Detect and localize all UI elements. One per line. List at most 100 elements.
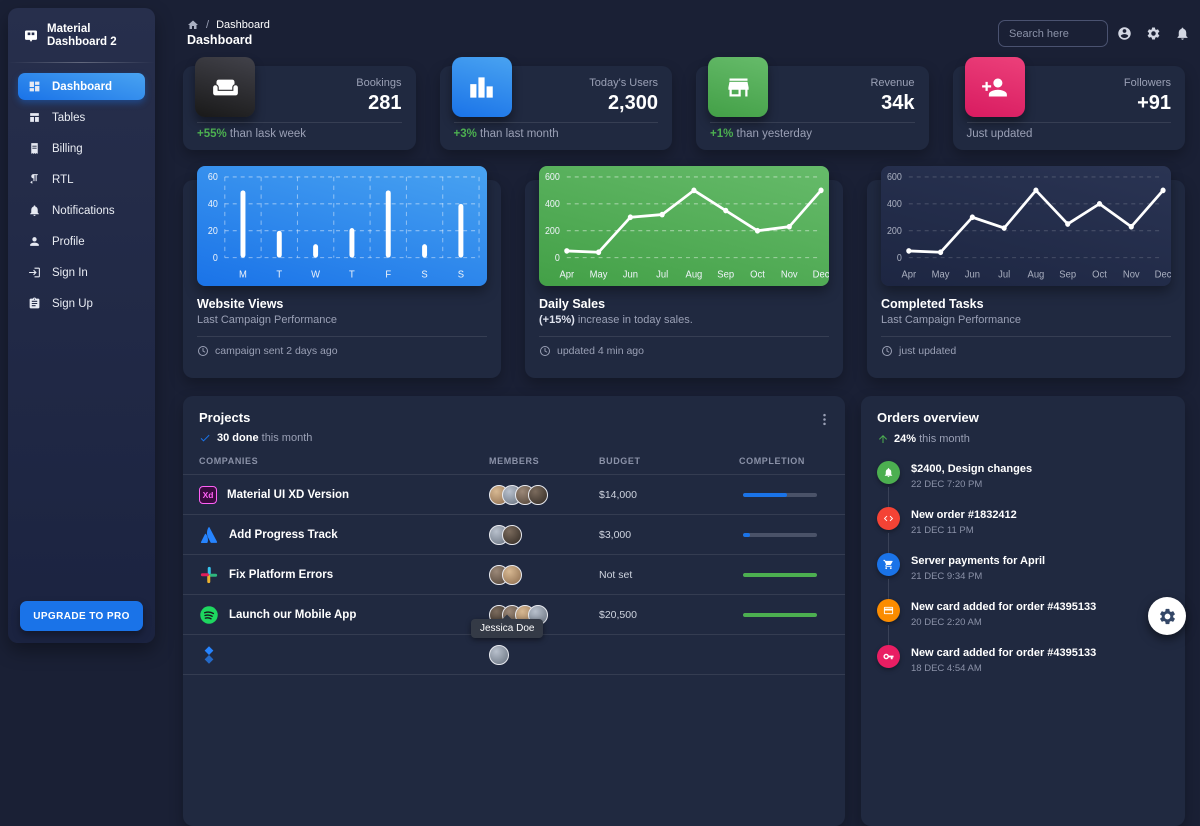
sidebar-item-sign-up[interactable]: Sign Up bbox=[18, 290, 145, 317]
sidebar-item-billing[interactable]: Billing bbox=[18, 135, 145, 162]
home-icon[interactable] bbox=[187, 19, 199, 31]
stat-delta: +1% bbox=[710, 128, 733, 140]
store-icon bbox=[708, 57, 768, 117]
navbar-icons bbox=[1117, 26, 1190, 41]
svg-text:40: 40 bbox=[208, 199, 218, 209]
chart-footer-text: campaign sent 2 days ago bbox=[215, 345, 338, 357]
stat-card-bookings: Bookings281+55% than lask week bbox=[183, 66, 416, 150]
search-input[interactable] bbox=[998, 20, 1108, 47]
avatar[interactable] bbox=[528, 485, 548, 505]
account-icon[interactable] bbox=[1117, 26, 1132, 41]
project-completion bbox=[725, 573, 845, 577]
timeline-item: New card added for order #439513320 DEC … bbox=[877, 599, 1169, 645]
timeline-date: 22 DEC 7:20 PM bbox=[911, 479, 1169, 490]
project-members bbox=[475, 645, 585, 665]
timeline-item: $2400, Design changes 22 DEC 7:20 PM bbox=[877, 461, 1169, 507]
kebab-menu-icon[interactable] bbox=[813, 408, 835, 430]
chart-card-completed-tasks: 0200400600AprMayJunJulAugSepOctNovDecCom… bbox=[867, 180, 1185, 378]
brand-name: Material Dashboard 2 bbox=[47, 23, 145, 49]
orders-timeline: $2400, Design changes 22 DEC 7:20 PM New o… bbox=[877, 461, 1169, 691]
svg-text:S: S bbox=[421, 269, 428, 281]
brand[interactable]: Material Dashboard 2 bbox=[8, 8, 155, 62]
bell-icon[interactable] bbox=[1175, 26, 1190, 41]
progress-bar bbox=[743, 533, 817, 537]
jira-logo bbox=[199, 645, 219, 665]
svg-text:Oct: Oct bbox=[1092, 269, 1107, 281]
divider bbox=[710, 122, 915, 123]
sidebar-item-rtl[interactable]: RTL bbox=[18, 166, 145, 193]
sidebar-item-label: Sign In bbox=[52, 267, 88, 279]
projects-done-text: 30 done this month bbox=[217, 432, 312, 444]
sidebar-item-label: Sign Up bbox=[52, 298, 93, 310]
spotify-logo bbox=[199, 605, 219, 625]
sidebar-item-notifications[interactable]: Notifications bbox=[18, 197, 145, 224]
stat-value: 2,300 bbox=[589, 92, 658, 115]
svg-text:0: 0 bbox=[213, 253, 218, 263]
chart-svg: 0200400600AprMayJunJulAugSepOctNovDec bbox=[539, 166, 829, 286]
svg-text:F: F bbox=[385, 269, 391, 281]
project-completion bbox=[725, 613, 845, 617]
page-title: Dashboard bbox=[187, 33, 252, 47]
progress-bar bbox=[743, 573, 817, 577]
project-row[interactable]: XdMaterial UI XD Version$14,000 bbox=[183, 475, 845, 515]
project-row[interactable]: Fix Platform ErrorsNot set bbox=[183, 555, 845, 595]
divider bbox=[197, 122, 402, 123]
chart-card-daily-sales: 0200400600AprMayJunJulAugSepOctNovDecDai… bbox=[525, 180, 843, 378]
stat-value: +91 bbox=[1124, 92, 1171, 115]
project-budget: $3,000 bbox=[585, 529, 725, 541]
sidebar-item-profile[interactable]: Profile bbox=[18, 228, 145, 255]
project-members bbox=[475, 485, 585, 505]
clock-icon bbox=[881, 345, 893, 357]
chart-card-website-views: 0204060MTWTFSSWebsite ViewsLast Campaign… bbox=[183, 180, 501, 378]
svg-text:Jul: Jul bbox=[998, 269, 1010, 281]
divider bbox=[539, 336, 829, 337]
timeline-title: New card added for order #4395133 bbox=[911, 599, 1169, 613]
sidebar-item-sign-in[interactable]: Sign In bbox=[18, 259, 145, 286]
bottom-row: Projects 30 done this month COMPANIESMEM… bbox=[183, 396, 1185, 826]
avatar[interactable] bbox=[502, 525, 522, 545]
notifications-icon bbox=[28, 204, 41, 217]
gear-icon[interactable] bbox=[1146, 26, 1161, 41]
projects-card: Projects 30 done this month COMPANIESMEM… bbox=[183, 396, 845, 826]
svg-text:Sep: Sep bbox=[717, 269, 734, 281]
projects-table-body: XdMaterial UI XD Version$14,000Add Progr… bbox=[183, 475, 845, 675]
stat-label: Bookings bbox=[356, 77, 401, 89]
svg-text:0: 0 bbox=[555, 253, 560, 263]
timeline-item: New order #1832412 21 DEC 11 PM bbox=[877, 507, 1169, 553]
timeline-title: New order #1832412 bbox=[911, 507, 1169, 521]
avatar[interactable] bbox=[489, 645, 509, 665]
cart-icon bbox=[877, 553, 900, 576]
chart-footer: campaign sent 2 days ago bbox=[197, 345, 487, 357]
timeline-title: Server payments for April bbox=[911, 553, 1169, 567]
svg-text:Nov: Nov bbox=[1123, 269, 1140, 281]
stat-delta: +55% bbox=[197, 128, 227, 140]
svg-text:Jun: Jun bbox=[965, 269, 980, 281]
projects-table-header: COMPANIESMEMBERSBUDGETCOMPLETION bbox=[183, 456, 845, 475]
timeline-date: 21 DEC 11 PM bbox=[911, 525, 1169, 536]
upgrade-to-pro-button[interactable]: UPGRADE TO PRO bbox=[20, 601, 143, 631]
timeline-item: Server payments for April21 DEC 9:34 PM bbox=[877, 553, 1169, 599]
stat-value: 34k bbox=[870, 92, 914, 115]
chart-footer: updated 4 min ago bbox=[539, 345, 829, 357]
timeline-date: 18 DEC 4:54 AM bbox=[911, 663, 1169, 674]
stat-footer: +1% than yesterday bbox=[710, 128, 812, 140]
project-row[interactable] bbox=[183, 635, 845, 675]
key-icon bbox=[877, 645, 900, 668]
sidebar-item-label: RTL bbox=[52, 174, 74, 186]
project-budget: $20,500 bbox=[585, 609, 725, 621]
avatar[interactable] bbox=[502, 565, 522, 585]
timeline-item: New card added for order #439513318 DEC … bbox=[877, 645, 1169, 691]
breadcrumb-separator: / bbox=[206, 19, 209, 31]
project-row[interactable]: Add Progress Track$3,000 bbox=[183, 515, 845, 555]
chart-title: Completed Tasks bbox=[881, 297, 1171, 311]
progress-bar bbox=[743, 493, 817, 497]
sidebar-item-tables[interactable]: Tables bbox=[18, 104, 145, 131]
settings-fab[interactable] bbox=[1148, 597, 1186, 635]
stat-label: Revenue bbox=[870, 77, 914, 89]
timeline-title: $2400, Design changes bbox=[911, 461, 1169, 475]
projects-title: Projects bbox=[199, 410, 829, 425]
chart-panel: 0200400600AprMayJunJulAugSepOctNovDec bbox=[881, 166, 1171, 286]
code-icon bbox=[877, 507, 900, 530]
sidebar-item-dashboard[interactable]: Dashboard bbox=[18, 73, 145, 100]
stat-delta: +3% bbox=[454, 128, 477, 140]
